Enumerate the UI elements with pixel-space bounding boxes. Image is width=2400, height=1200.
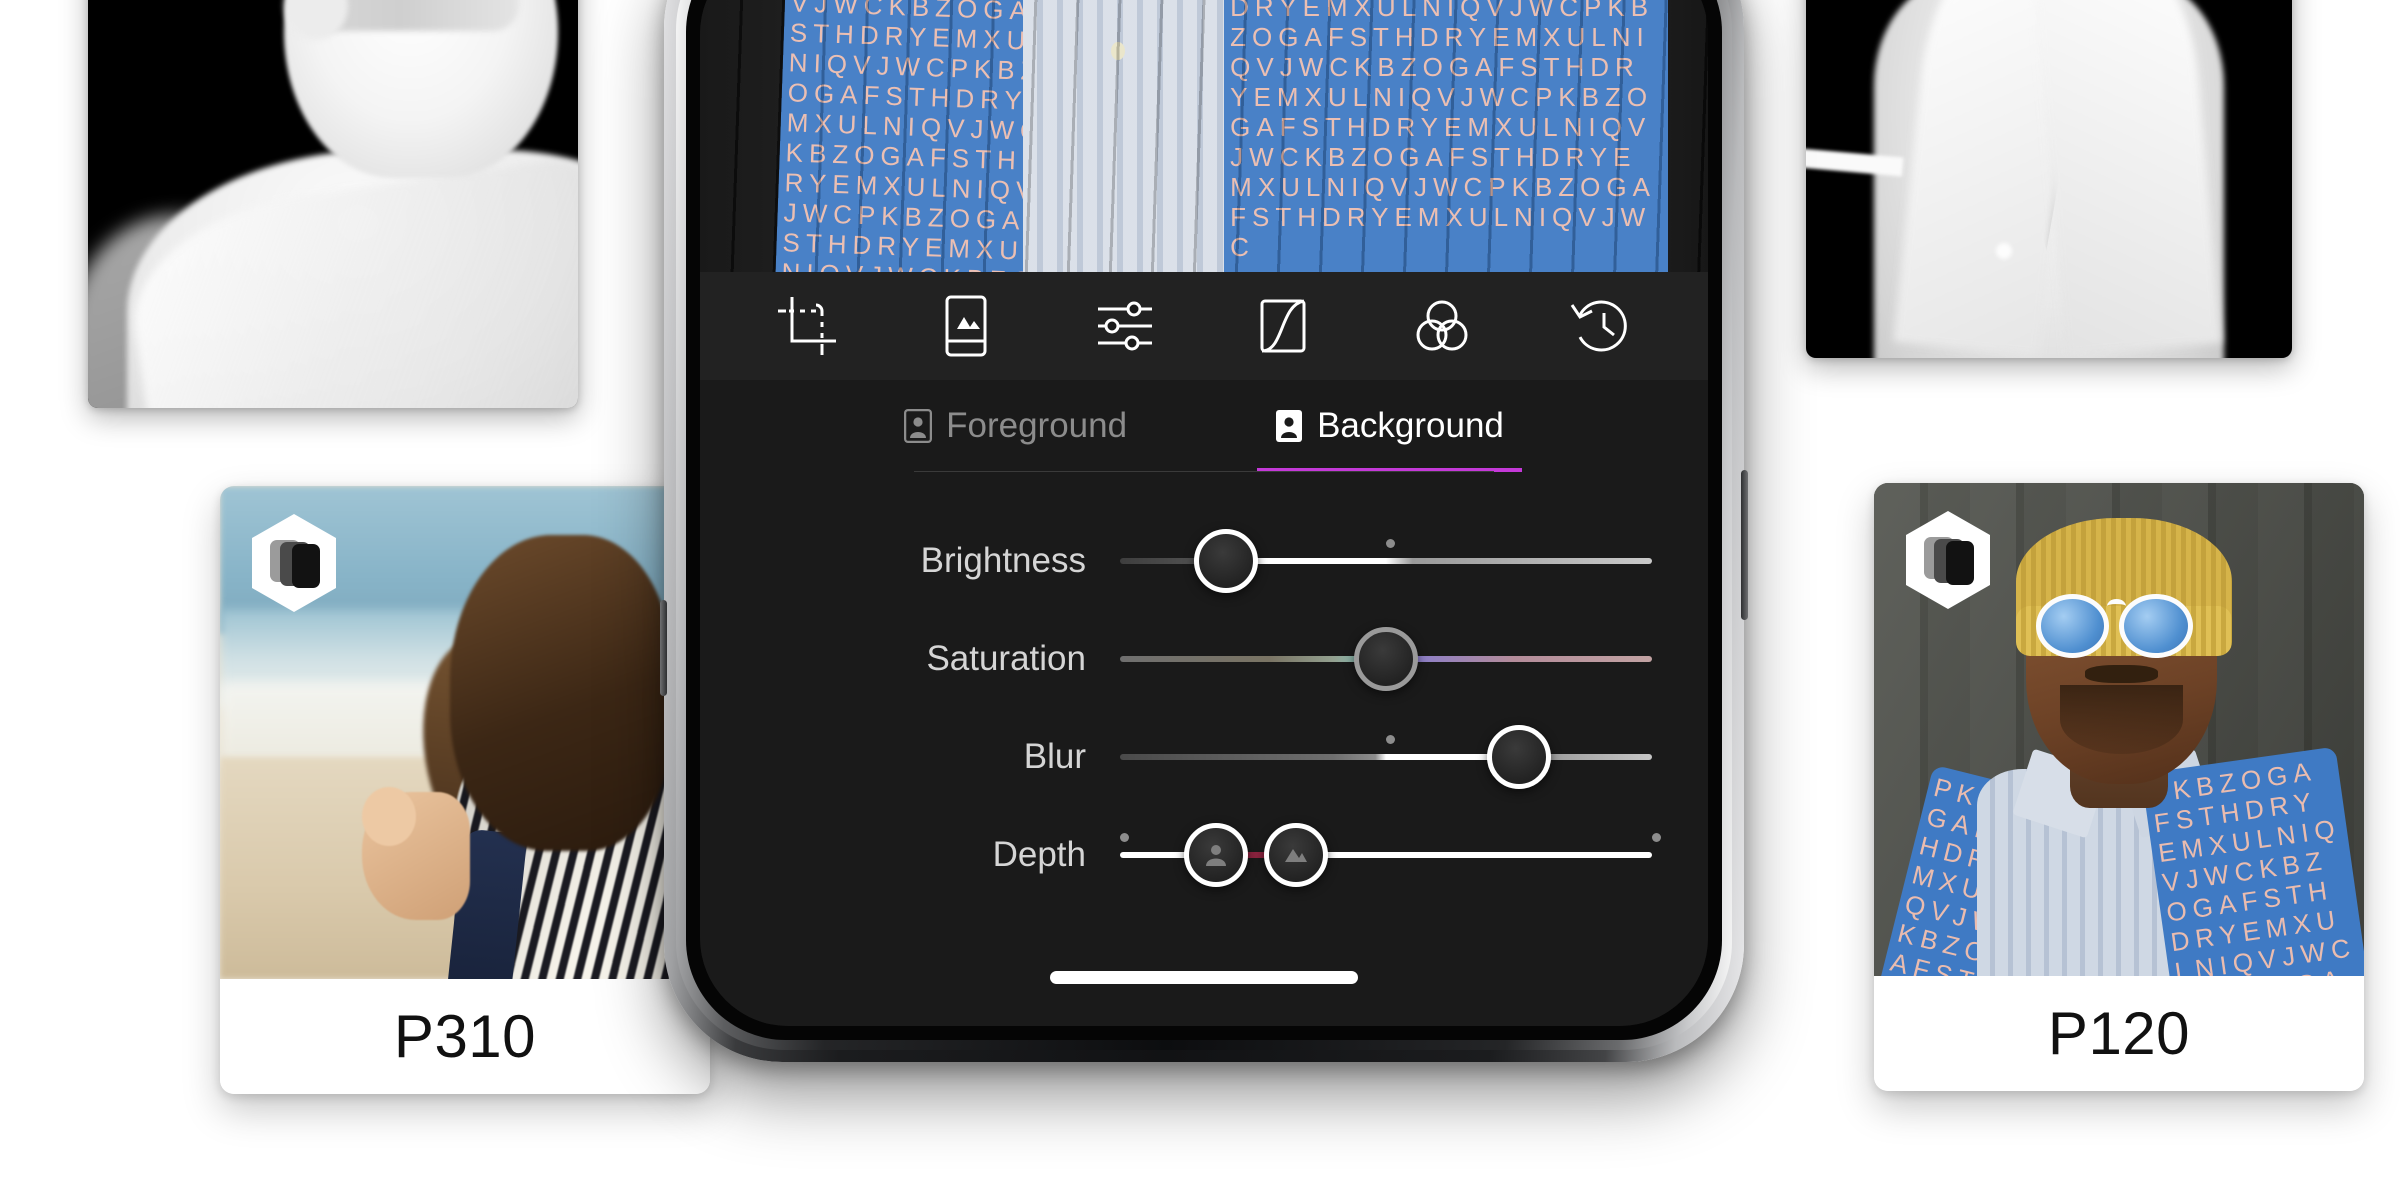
toolbar-item-history[interactable]: [1558, 283, 1644, 369]
color-mix-icon: [1416, 300, 1468, 351]
depth-map-image-left: [88, 0, 578, 408]
slider-tick-brightness: [1386, 539, 1395, 548]
scarf-letters-right: PKBZOGAFSTHDRYEMXULNIQVJWCKBZOGAFSTHDRYE…: [2148, 755, 2358, 976]
home-indicator[interactable]: [1050, 971, 1358, 984]
image-icon: [945, 295, 987, 357]
photo-preview[interactable]: PKBZOGAFSTHDRYEMXULNIQVJWCKBZOGAFSTHDRYE…: [700, 0, 1708, 272]
slider-handle-depth-near[interactable]: [1183, 823, 1248, 887]
depth-map-thumbnail-left[interactable]: [88, 0, 578, 408]
slider-tick-blur: [1386, 735, 1395, 744]
slider-list: Brightness Saturation Blur Depth: [700, 472, 1708, 904]
photo-card-p120[interactable]: PKBZOGAFSTHDRYEMXULNIQVJWCKBZOGAFSTHDRYE…: [1874, 483, 2364, 1091]
slider-label-brightness: Brightness: [920, 541, 1086, 580]
slider-handle-saturation[interactable]: [1354, 627, 1418, 691]
slider-row-brightness: Brightness: [700, 512, 1708, 610]
slider-label-blur: Blur: [1023, 737, 1086, 776]
adjust-panel: Foreground Background Brightness Saturat…: [700, 380, 1708, 1026]
phone-side-button-right[interactable]: [1741, 470, 1748, 620]
toolbar-item-color-mix[interactable]: [1399, 283, 1485, 369]
curves-icon: [1260, 299, 1306, 353]
sliders-icon: [1097, 301, 1152, 351]
mountain-icon: [1284, 849, 1307, 862]
editor-toolbar: [700, 272, 1708, 391]
phone-screen: PKBZOGAFSTHDRYEMXULNIQVJWCKBZOGAFSTHDRYE…: [700, 0, 1708, 1026]
photo-card-caption-p310: P310: [220, 979, 710, 1094]
photo-card-caption-p120: P120: [1874, 976, 2364, 1091]
tab-foreground-label: Foreground: [946, 406, 1128, 445]
toolbar-item-adjust[interactable]: [1081, 283, 1168, 391]
history-icon: [1570, 300, 1627, 352]
slider-handle-blur[interactable]: [1487, 725, 1551, 789]
slider-track-brightness[interactable]: [1120, 512, 1652, 610]
logo-hexagon-icon: [1906, 511, 1990, 609]
slider-label-depth: Depth: [992, 835, 1086, 874]
slider-track-saturation[interactable]: [1120, 610, 1652, 708]
slider-handle-depth-far[interactable]: [1263, 823, 1328, 887]
photo-card-image-p310: [220, 486, 710, 979]
slider-track-depth[interactable]: [1120, 806, 1661, 904]
person-portrait-icon: [1276, 410, 1303, 442]
slider-tick-depth-max: [1652, 833, 1661, 842]
toolbar-item-curves[interactable]: [1240, 283, 1326, 369]
tab-foreground[interactable]: Foreground: [900, 398, 1131, 472]
logo-hexagon-icon: [252, 514, 336, 612]
slider-handle-brightness[interactable]: [1194, 529, 1259, 593]
slider-row-blur: Blur: [700, 708, 1708, 806]
slider-row-depth: Depth: [700, 806, 1708, 904]
photo-card-p310[interactable]: P310: [220, 486, 710, 1094]
crop-icon: [778, 297, 837, 355]
layer-tabs: Foreground Background: [700, 380, 1708, 472]
slider-label-saturation: Saturation: [926, 639, 1086, 678]
phone-device-mockup: PKBZOGAFSTHDRYEMXULNIQVJWCKBZOGAFSTHDRYE…: [660, 0, 1748, 1062]
tabs-divider: [914, 471, 1494, 472]
photo-card-image-p120: PKBZOGAFSTHDRYEMXULNIQVJWCKBZOGAFSTHDRYE…: [1874, 483, 2364, 976]
person-icon: [1205, 845, 1226, 866]
slider-tick-depth-min: [1120, 833, 1129, 842]
depth-map-image-right: [1806, 0, 2292, 358]
person-portrait-icon: [904, 409, 933, 443]
phone-side-button-left[interactable]: [660, 600, 667, 696]
toolbar-item-image[interactable]: [923, 283, 1009, 369]
tab-background[interactable]: Background: [1257, 398, 1522, 472]
tab-background-label: Background: [1317, 406, 1504, 445]
depth-map-thumbnail-right[interactable]: [1806, 0, 2292, 358]
toolbar-item-crop[interactable]: [764, 283, 850, 369]
slider-track-blur[interactable]: [1120, 708, 1652, 806]
slider-row-saturation: Saturation: [700, 610, 1708, 708]
